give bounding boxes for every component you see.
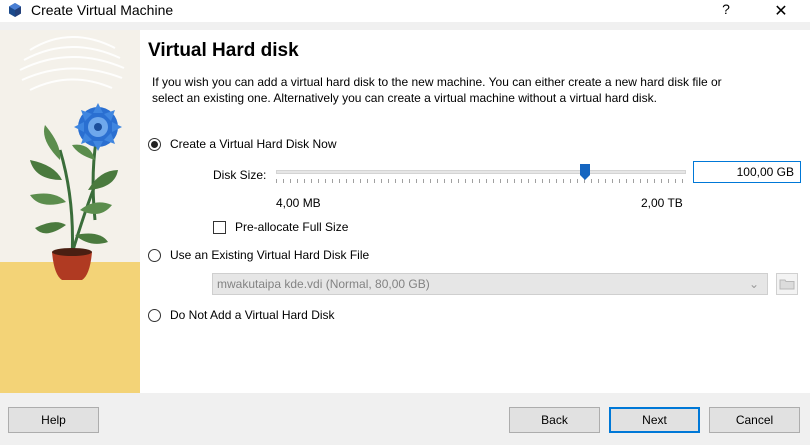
slider-thumb[interactable] (580, 164, 590, 180)
virtualbox-icon (9, 3, 21, 17)
next-button[interactable]: Next (609, 407, 700, 433)
radio-create-now[interactable]: Create a Virtual Hard Disk Now (148, 136, 337, 152)
page-title: Virtual Hard disk (148, 40, 299, 61)
disk-size-input[interactable]: 100,00 GB (693, 161, 801, 183)
radio-create-now-label: Create a Virtual Hard Disk Now (170, 137, 337, 151)
plant-illustration (0, 30, 140, 393)
wizard-page: Virtual Hard disk If you wish you can ad… (140, 30, 810, 393)
title-help-button[interactable]: ? (718, 1, 734, 17)
close-button[interactable]: ✕ (772, 1, 790, 21)
cancel-button[interactable]: Cancel (709, 407, 800, 433)
window-title: Create Virtual Machine (31, 2, 174, 18)
preallocate-label: Pre-allocate Full Size (235, 220, 349, 234)
radio-use-existing-label: Use an Existing Virtual Hard Disk File (170, 248, 370, 262)
disk-size-slider[interactable] (276, 160, 686, 190)
preallocate-option[interactable]: Pre-allocate Full Size (213, 220, 348, 234)
slider-track (276, 170, 686, 174)
title-bar: Create Virtual Machine ? ✕ (0, 0, 810, 22)
slider-ticks (276, 179, 686, 183)
disk-size-label: Disk Size: (213, 168, 267, 182)
back-button[interactable]: Back (509, 407, 600, 433)
folder-icon[interactable] (776, 273, 798, 295)
radio-use-existing[interactable]: Use an Existing Virtual Hard Disk File (148, 247, 369, 263)
radio-use-existing-button[interactable] (148, 248, 161, 262)
slider-min-label: 4,00 MB (276, 196, 321, 210)
page-description: If you wish you can add a virtual hard d… (152, 75, 722, 105)
radio-no-disk[interactable]: Do Not Add a Virtual Hard Disk (148, 307, 335, 323)
radio-create-now-button[interactable] (148, 137, 161, 151)
slider-max-label: 2,00 TB (641, 196, 683, 210)
chevron-down-icon: ⌄ (749, 277, 760, 291)
radio-no-disk-button[interactable] (148, 308, 161, 322)
radio-no-disk-label: Do Not Add a Virtual Hard Disk (170, 308, 335, 322)
existing-disk-select[interactable]: mwakutaipa kde.vdi (Normal, 80,00 GB) ⌄ (212, 273, 768, 295)
existing-disk-value: mwakutaipa kde.vdi (Normal, 80,00 GB) (217, 277, 430, 291)
preallocate-checkbox[interactable] (213, 220, 226, 234)
help-button[interactable]: Help (8, 407, 99, 433)
